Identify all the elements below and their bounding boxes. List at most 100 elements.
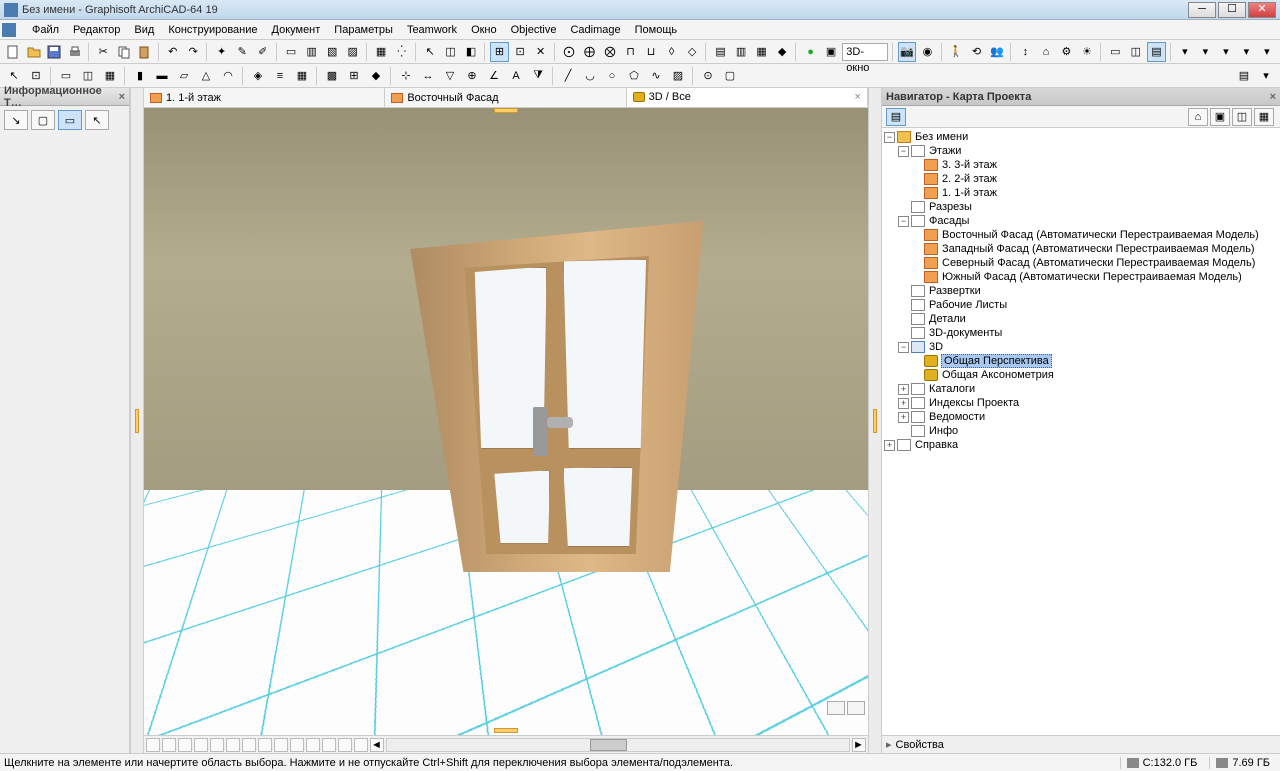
tree-elev-s[interactable]: Южный Фасад (Автоматически Перестраиваем… [884,270,1278,284]
elev-icon[interactable]: ▦ [752,42,771,62]
green-icon[interactable]: ● [801,42,820,62]
vt-14[interactable] [354,738,368,752]
hotspot-tool[interactable]: ⊙ [698,66,718,86]
cut-button[interactable]: ✂ [94,42,113,62]
vt-9[interactable] [274,738,288,752]
undo-button[interactable]: ↶ [163,42,182,62]
bottom-handle[interactable] [494,728,518,733]
info-panel-close-icon[interactable]: × [119,91,125,103]
vt-3[interactable] [178,738,192,752]
shell-tool[interactable]: ◠ [218,66,238,86]
t6-icon[interactable]: ◊ [662,42,681,62]
column-tool[interactable]: ▮ [130,66,150,86]
open-button[interactable] [25,42,44,62]
dd3-icon[interactable]: ▾ [1217,42,1236,62]
t1-icon[interactable]: ⨀ [560,42,579,62]
circle-tool[interactable]: ○ [602,66,622,86]
info-tool-3[interactable]: ▭ [58,110,82,130]
obj-tool[interactable]: ◈ [248,66,268,86]
slab-tool[interactable]: ▱ [174,66,194,86]
layers-icon[interactable]: ◫ [1127,42,1146,62]
top-handle[interactable] [494,108,518,113]
line-tool[interactable]: ╱ [558,66,578,86]
menu-objective[interactable]: Objective [505,22,563,38]
curtain-tool[interactable]: ▦ [292,66,312,86]
minimize-button[interactable]: ─ [1188,2,1216,18]
vt-6[interactable] [226,738,240,752]
snap2-icon[interactable]: ▥ [302,42,321,62]
angle-tool[interactable]: ∠ [484,66,504,86]
vt-10[interactable] [290,738,304,752]
menu-window[interactable]: Окно [465,22,503,38]
zone-tool[interactable]: ⊞ [344,66,364,86]
hatch-icon[interactable]: ▤ [1147,42,1166,62]
expand-icon[interactable]: ▸ [886,738,892,751]
window-tool[interactable]: ▦ [100,66,120,86]
t5-icon[interactable]: ⊔ [642,42,661,62]
dd5-icon[interactable]: ▾ [1258,42,1277,62]
menu-edit[interactable]: Редактор [67,22,126,38]
tree-worksheets[interactable]: Рабочие Листы [884,298,1278,312]
print-button[interactable] [66,42,85,62]
walk-icon[interactable]: 🚶 [947,42,966,62]
beam-tool[interactable]: ▬ [152,66,172,86]
tree-elevations[interactable]: −Фасады [884,214,1278,228]
arrow-icon[interactable]: ↖ [421,42,440,62]
properties-bar[interactable]: ▸ Свойства [882,735,1280,753]
info-tool-arrow[interactable]: ↖ [85,110,109,130]
vt-8[interactable] [258,738,272,752]
layer-icon[interactable]: ◫ [441,42,460,62]
tree-perspective[interactable]: Общая Перспектива [884,354,1278,368]
info-tool-2[interactable]: ▢ [31,110,55,130]
cog-icon[interactable]: ⚙ [1057,42,1076,62]
tree-floor-2[interactable]: 2. 2-й этаж [884,172,1278,186]
text-tool[interactable]: A [506,66,526,86]
tree-info[interactable]: Инфо [884,424,1278,438]
tree-help[interactable]: +Справка [884,438,1278,452]
tree-floor-1[interactable]: 1. 1-й этаж [884,186,1278,200]
nav-btn-4[interactable]: ▦ [1254,108,1274,126]
menu-design[interactable]: Конструирование [162,22,263,38]
stair-tool[interactable]: ≡ [270,66,290,86]
paste-button[interactable] [135,42,154,62]
radial-tool[interactable]: ⊕ [462,66,482,86]
new-button[interactable] [4,42,23,62]
tree-elev-e[interactable]: Восточный Фасад (Автоматически Перестраи… [884,228,1278,242]
vt-2[interactable] [162,738,176,752]
nav-arrow-icon[interactable]: ↕ [1016,42,1035,62]
menu-options[interactable]: Параметры [328,22,399,38]
tree-interior-elev[interactable]: Развертки [884,284,1278,298]
vt-5[interactable] [210,738,224,752]
collapse2-icon[interactable]: ▾ [1256,66,1276,86]
menu-file[interactable]: Файл [26,22,65,38]
menu-help[interactable]: Помощь [629,22,684,38]
nav-btn-2[interactable]: ▣ [1210,108,1230,126]
tree-floors[interactable]: −Этажи [884,144,1278,158]
x-icon[interactable]: ✕ [531,42,550,62]
t4-icon[interactable]: ⊓ [621,42,640,62]
redo-button[interactable]: ↷ [184,42,203,62]
tree-3d-group[interactable]: −3D [884,340,1278,354]
vt-11[interactable] [306,738,320,752]
snap1-icon[interactable]: ▭ [282,42,301,62]
snap4-icon[interactable]: ▨ [343,42,362,62]
collapse-icon[interactable]: ▤ [1234,66,1254,86]
sun-icon[interactable]: ☀ [1078,42,1097,62]
t2-icon[interactable]: ⨁ [580,42,599,62]
nav-mode-project[interactable]: ▤ [886,108,906,126]
tab-close-icon[interactable]: × [855,91,861,103]
vt-prev[interactable]: ◄ [370,738,384,752]
mesh-tool[interactable]: ▩ [322,66,342,86]
arrow-tool[interactable]: ↖ [4,66,24,86]
vt-12[interactable] [322,738,336,752]
viewport-btn2[interactable] [847,701,865,715]
navigator-close-icon[interactable]: × [1270,91,1276,103]
house-icon[interactable]: ⌂ [1037,42,1056,62]
vt-1[interactable] [146,738,160,752]
camera-icon[interactable]: 📷 [898,42,917,62]
tree-root[interactable]: −Без имени [884,130,1278,144]
dim-tool[interactable]: ↔ [418,66,438,86]
copy-button[interactable] [115,42,134,62]
h-scrollbar[interactable] [386,738,850,752]
viewport-btn1[interactable] [827,701,845,715]
